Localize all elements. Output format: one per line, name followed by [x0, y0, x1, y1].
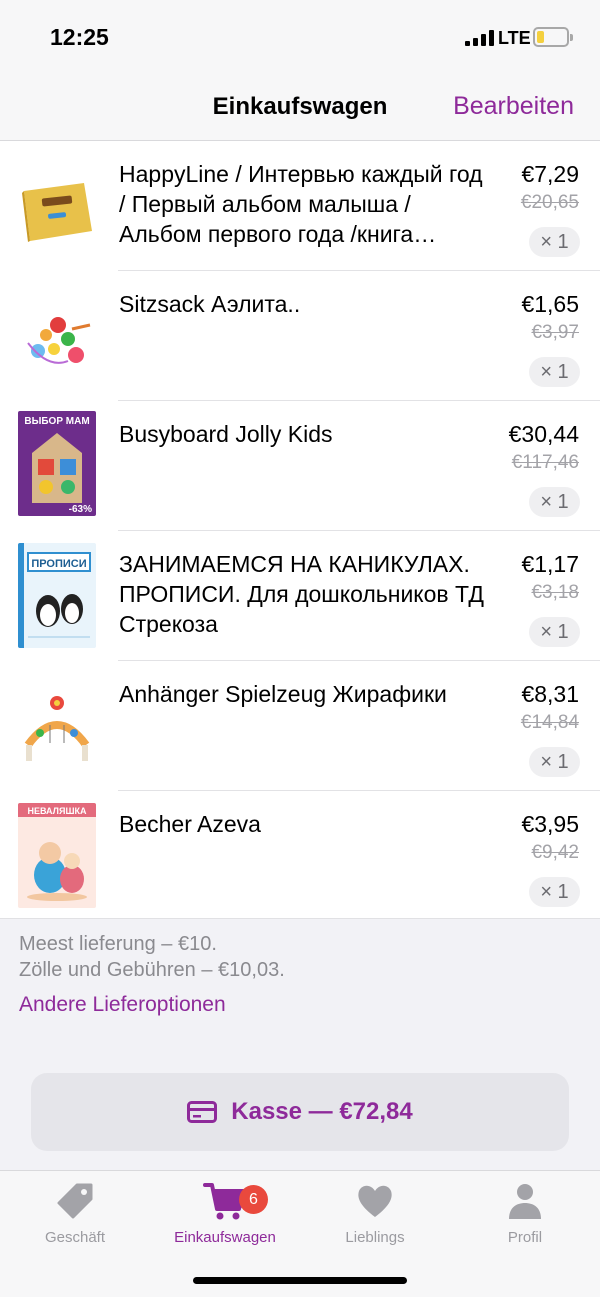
status-time: 12:25: [50, 24, 109, 50]
heart-icon: [358, 1185, 392, 1217]
checkout-label: Kasse — €72,84: [231, 1098, 413, 1125]
cart-count-badge: 6: [239, 1185, 268, 1214]
cart-item[interactable]: НЕВАЛЯШКА Becher Azeva €3,95 €9,42 × 1: [0, 791, 600, 921]
quantity-stepper[interactable]: × 1: [529, 357, 580, 387]
product-old-price: €9,42: [531, 842, 579, 863]
product-old-price: €3,97: [531, 322, 579, 343]
product-title: HappyLine / Интервью каждый год / Первый…: [119, 161, 483, 247]
delivery-options-link[interactable]: Andere Lieferoptionen: [19, 993, 226, 1017]
tab-profil[interactable]: Profil: [450, 1179, 600, 1246]
product-title: Busyboard Jolly Kids: [119, 421, 333, 447]
battery-icon: [533, 27, 573, 47]
person-icon: [509, 1184, 541, 1219]
status-bar: 12:25 LTE: [0, 0, 600, 76]
svg-text:ВЫБОР МАМ: ВЫБОР МАМ: [24, 416, 89, 427]
delivery-cost: Meest lieferung – €10.: [19, 933, 217, 955]
product-price: €1,65: [521, 291, 579, 317]
product-title: Sitzsack Аэлита..: [119, 291, 301, 317]
product-price: €3,95: [521, 811, 579, 837]
product-old-price: €20,65: [520, 192, 579, 213]
cart-item[interactable]: ПРОПИСИ ЗАНИМАЕМСЯ НА КАНИКУЛАХ. ПРОПИСИ…: [0, 531, 600, 661]
tab-label: Einkaufswagen: [174, 1229, 276, 1246]
quantity-stepper[interactable]: × 1: [529, 227, 580, 257]
product-old-price: €117,46: [511, 452, 579, 473]
product-price: €1,17: [521, 551, 579, 577]
tab-geschaeft[interactable]: Geschäft: [0, 1179, 150, 1246]
tab-label: Geschäft: [44, 1229, 106, 1246]
product-thumbnail: ВЫБОР МАМ -63%: [18, 411, 96, 516]
tab-lieblings[interactable]: Lieblings: [300, 1179, 450, 1246]
product-price: €8,31: [521, 681, 579, 707]
product-old-price: €3,18: [531, 582, 579, 603]
network-type: LTE: [498, 28, 531, 48]
product-title: ЗАНИМАЕМСЯ НА КАНИКУЛАХ. ПРОПИСИ. Для до…: [119, 551, 484, 637]
home-indicator: [193, 1277, 407, 1284]
svg-text:-63%: -63%: [69, 504, 92, 515]
product-thumbnail: [18, 299, 96, 377]
tag-icon: [57, 1183, 93, 1219]
product-thumbnail: НЕВАЛЯШКА: [18, 803, 96, 908]
quantity-stepper[interactable]: × 1: [529, 747, 580, 777]
tab-label: Lieblings: [345, 1229, 405, 1246]
checkout-button[interactable]: Kasse — €72,84: [31, 1073, 569, 1151]
cart-item[interactable]: ВЫБОР МАМ -63% Busyboard Jolly Kids €30,…: [0, 401, 600, 531]
product-price: €30,44: [508, 421, 579, 447]
cart-item[interactable]: Anhänger Spielzeug Жирафики €8,31 €14,84…: [0, 661, 600, 791]
tab-einkaufswagen[interactable]: 6 Einkaufswagen: [150, 1179, 300, 1246]
customs-fees: Zölle und Gebühren – €10,03.: [19, 959, 285, 981]
product-price: €7,29: [521, 161, 579, 187]
product-thumbnail: ПРОПИСИ: [18, 543, 96, 648]
product-thumbnail: [18, 169, 96, 247]
product-thumbnail: [18, 689, 96, 767]
edit-button[interactable]: Bearbeiten: [453, 92, 574, 121]
product-title: Anhänger Spielzeug Жирафики: [119, 681, 447, 707]
svg-text:ПРОПИСИ: ПРОПИСИ: [31, 558, 86, 570]
quantity-stepper[interactable]: × 1: [529, 877, 580, 907]
product-old-price: €14,84: [520, 712, 579, 733]
svg-text:НЕВАЛЯШКА: НЕВАЛЯШКА: [28, 806, 87, 816]
cart-list: HappyLine / Интервью каждый год / Первый…: [0, 141, 600, 921]
product-title: Becher Azeva: [119, 811, 261, 837]
cart-item[interactable]: HappyLine / Интервью каждый год / Первый…: [0, 141, 600, 271]
quantity-stepper[interactable]: × 1: [529, 487, 580, 517]
quantity-stepper[interactable]: × 1: [529, 617, 580, 647]
tab-label: Profil: [507, 1229, 543, 1246]
credit-card-icon: [187, 1101, 218, 1123]
navigation-bar: Einkaufswagen Bearbeiten: [0, 76, 600, 141]
signal-icon: [465, 30, 494, 46]
cart-item[interactable]: Sitzsack Аэлита.. €1,65 €3,97 × 1: [0, 271, 600, 401]
order-summary: Meest lieferung – €10. Zölle und Gebühre…: [0, 918, 600, 1170]
